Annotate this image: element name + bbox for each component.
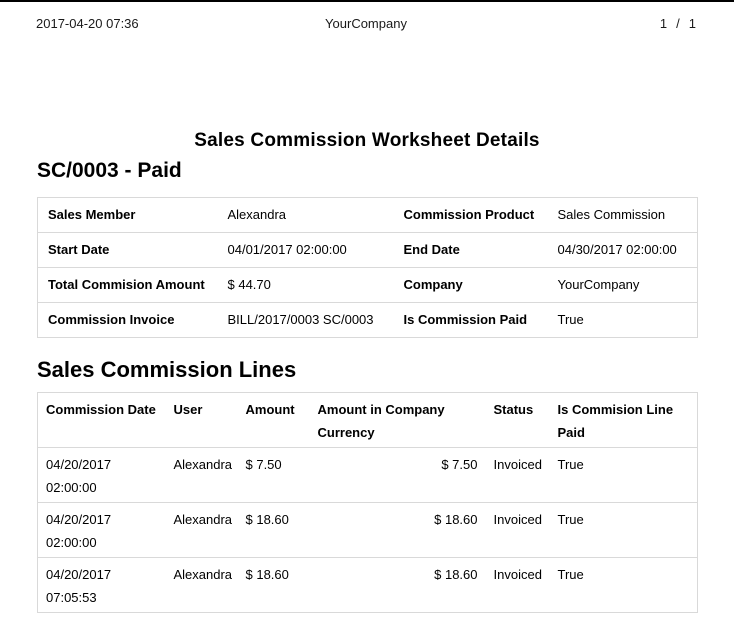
cell-amount: $ 7.50 [238,448,310,503]
cell-user: Alexandra [166,448,238,503]
field-value: Alexandra [218,198,394,233]
cell-amount-company-currency: $ 18.60 [310,558,486,613]
cell-is-paid: True [550,503,698,558]
field-value: YourCompany [548,268,698,303]
field-value: $ 44.70 [218,268,394,303]
cell-commission-date: 04/20/2017 07:05:53 [38,558,166,613]
column-header-is-commision-line-paid: Is Commision Line Paid [550,393,698,448]
field-label: End Date [394,233,548,268]
cell-status: Invoiced [486,503,550,558]
cell-user: Alexandra [166,503,238,558]
header-company-name: YourCompany [325,16,407,31]
lines-section-heading: Sales Commission Lines [37,357,697,383]
field-label: Sales Member [38,198,218,233]
cell-user: Alexandra [166,558,238,613]
worksheet-info-table: Sales Member Alexandra Commission Produc… [37,197,698,338]
field-label: Commission Product [394,198,548,233]
worksheet-heading: SC/0003 - Paid [37,159,697,183]
info-row: Start Date 04/01/2017 02:00:00 End Date … [38,233,698,268]
cell-status: Invoiced [486,558,550,613]
table-row: 04/20/2017 02:00:00 Alexandra $ 7.50 $ 7… [38,448,698,503]
commission-lines-table: Commission Date User Amount Amount in Co… [37,392,698,613]
page-current: 1 [660,16,667,31]
page-total: 1 [689,16,696,31]
info-row: Total Commision Amount $ 44.70 Company Y… [38,268,698,303]
column-header-amount: Amount [238,393,310,448]
cell-amount-company-currency: $ 18.60 [310,503,486,558]
report-title: Sales Commission Worksheet Details [37,130,697,152]
header-pagination: 1 / 1 [407,16,696,31]
cell-status: Invoiced [486,448,550,503]
lines-header-row: Commission Date User Amount Amount in Co… [38,393,698,448]
header-datetime: 2017-04-20 07:36 [36,16,325,31]
cell-amount-company-currency: $ 7.50 [310,448,486,503]
report-body: Sales Commission Worksheet Details SC/00… [37,130,697,613]
report-header: 2017-04-20 07:36 YourCompany 1 / 1 [0,2,734,31]
field-value: Sales Commission [548,198,698,233]
table-row: 04/20/2017 07:05:53 Alexandra $ 18.60 $ … [38,558,698,613]
field-label: Commission Invoice [38,303,218,338]
field-label: Is Commission Paid [394,303,548,338]
cell-commission-date: 04/20/2017 02:00:00 [38,503,166,558]
page-separator: / [676,16,680,31]
field-value: 04/30/2017 02:00:00 [548,233,698,268]
cell-is-paid: True [550,448,698,503]
column-header-commission-date: Commission Date [38,393,166,448]
field-value: 04/01/2017 02:00:00 [218,233,394,268]
field-label: Company [394,268,548,303]
field-value: BILL/2017/0003 SC/0003 [218,303,394,338]
field-label: Start Date [38,233,218,268]
column-header-user: User [166,393,238,448]
report-page: 2017-04-20 07:36 YourCompany 1 / 1 Sales C… [0,0,734,624]
table-row: 04/20/2017 02:00:00 Alexandra $ 18.60 $ … [38,503,698,558]
column-header-status: Status [486,393,550,448]
cell-is-paid: True [550,558,698,613]
info-row: Commission Invoice BILL/2017/0003 SC/000… [38,303,698,338]
column-header-amount-company-currency: Amount in Company Currency [310,393,486,448]
cell-commission-date: 04/20/2017 02:00:00 [38,448,166,503]
field-label: Total Commision Amount [38,268,218,303]
field-value: True [548,303,698,338]
info-row: Sales Member Alexandra Commission Produc… [38,198,698,233]
cell-amount: $ 18.60 [238,558,310,613]
cell-amount: $ 18.60 [238,503,310,558]
